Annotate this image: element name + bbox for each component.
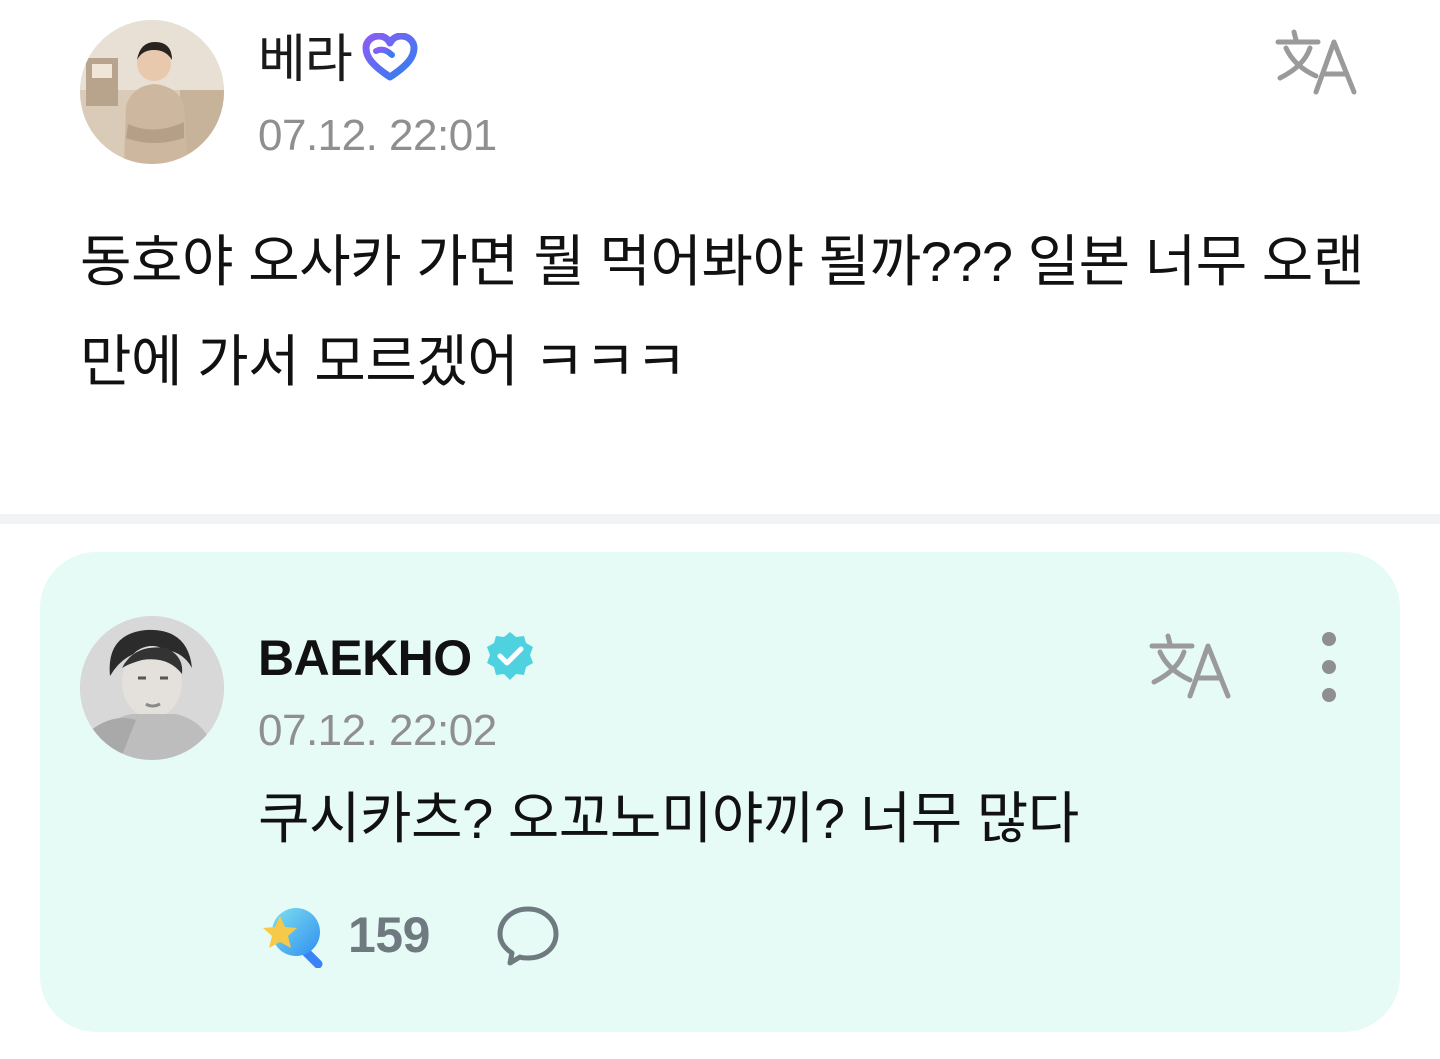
translate-button[interactable] [1272, 26, 1362, 96]
more-options-button[interactable] [1306, 632, 1352, 702]
fan-post: 베라 07.12. 22:01 동호야 오사카 가면 뭘 먹어봐야 될까??? … [0, 0, 1440, 514]
post-detail-page: 베라 07.12. 22:01 동호야 오사카 가면 뭘 먹어봐야 될까??? … [0, 0, 1440, 1059]
more-vertical-icon-dot [1322, 688, 1336, 702]
fan-name-row: 베라 [258, 28, 418, 92]
artist-username[interactable]: BAEKHO [258, 633, 472, 683]
artist-reply-body: 쿠시카츠? 오꼬노미야끼? 너무 많다 [258, 787, 1079, 850]
fan-timestamp: 07.12. 22:01 [258, 111, 497, 160]
comment-button[interactable] [496, 903, 560, 967]
fan-post-body: 동호야 오사카 가면 뭘 먹어봐야 될까??? 일본 너무 오랜만에 가서 모르… [80, 230, 1364, 393]
reply-actions: 159 [258, 900, 560, 970]
verified-badge-icon [484, 630, 536, 687]
translate-button[interactable] [1146, 630, 1236, 700]
artist-avatar[interactable] [80, 616, 224, 760]
translate-icon [1149, 633, 1231, 699]
reaction-count: 159 [348, 907, 430, 963]
artist-reply-card: BAEKHO 07.12. 22:02 쿠시카츠? 오꼬노미야끼? 너무 많다 … [40, 552, 1400, 1032]
translate-icon [1275, 29, 1357, 95]
fan-username[interactable]: 베라 [258, 34, 353, 86]
star-wand-icon [263, 908, 323, 968]
section-divider [0, 514, 1440, 524]
reaction-button[interactable]: 159 [258, 902, 430, 968]
artist-timestamp: 07.12. 22:02 [258, 706, 497, 755]
more-vertical-icon [1322, 632, 1336, 646]
artist-name-row: BAEKHO [258, 626, 536, 690]
speech-bubble-icon [497, 906, 559, 966]
fan-avatar[interactable] [80, 20, 224, 164]
heart-badge-icon [362, 32, 418, 88]
more-vertical-icon-dot [1322, 660, 1336, 674]
